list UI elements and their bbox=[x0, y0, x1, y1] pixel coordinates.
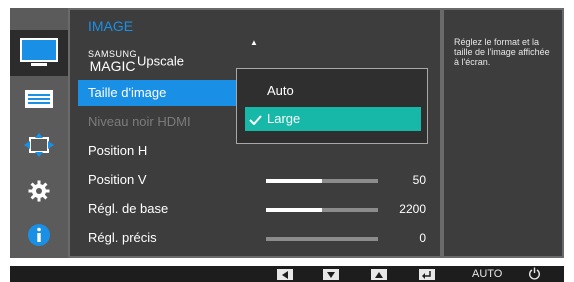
control-bar: AUTO bbox=[10, 266, 564, 282]
menu-item-label: Position H bbox=[88, 143, 148, 158]
magic-logo: SAMSUNG MAGIC bbox=[88, 49, 138, 75]
menu-item-label: Position V bbox=[88, 172, 147, 187]
icon-sidebar bbox=[10, 8, 68, 258]
menu-item-label: Taille d'image bbox=[88, 85, 167, 100]
slider-value: 50 bbox=[412, 173, 426, 187]
scroll-up-icon[interactable]: ▲ bbox=[250, 38, 258, 47]
menu-item-label: Régl. de base bbox=[88, 201, 169, 216]
auto-button[interactable]: AUTO bbox=[472, 268, 502, 280]
down-button[interactable] bbox=[323, 269, 339, 280]
menu-item-position-v[interactable]: Position V bbox=[78, 167, 236, 193]
gear-icon bbox=[28, 180, 50, 202]
sidebar-item-information[interactable] bbox=[10, 212, 68, 258]
up-button[interactable] bbox=[371, 269, 387, 280]
position-icon bbox=[24, 133, 54, 157]
slider-track bbox=[266, 179, 378, 183]
info-icon bbox=[28, 224, 50, 246]
onscreen-display-icon bbox=[25, 90, 53, 108]
coarse-slider[interactable]: 2200 bbox=[266, 196, 426, 222]
fine-slider[interactable]: 0 bbox=[266, 225, 426, 251]
menu-item-fine[interactable]: Régl. précis bbox=[78, 225, 236, 251]
enter-icon bbox=[422, 270, 431, 279]
menu-item-image-size[interactable]: Taille d'image bbox=[78, 80, 236, 106]
menu-item-magic-upscale[interactable]: SAMSUNG MAGIC Upscale bbox=[78, 48, 236, 74]
option-label: Large bbox=[267, 111, 301, 126]
arrow-up-icon bbox=[375, 271, 383, 278]
arrow-left-icon bbox=[282, 270, 288, 279]
image-size-dropdown: Auto Large bbox=[236, 68, 428, 144]
dropdown-option-large[interactable]: Large bbox=[245, 107, 421, 131]
menu-item-label: Régl. précis bbox=[88, 230, 157, 245]
menu-item-hdmi-black-level: Niveau noir HDMI bbox=[78, 109, 236, 135]
menu-item-coarse[interactable]: Régl. de base bbox=[78, 196, 236, 222]
enter-button[interactable] bbox=[419, 269, 435, 280]
slider-track bbox=[266, 208, 378, 212]
checkmark-icon bbox=[245, 107, 267, 131]
slider-fill bbox=[266, 179, 322, 183]
menu-item-position-h[interactable]: Position H bbox=[78, 138, 236, 164]
slider-fill bbox=[266, 208, 322, 212]
position-v-slider[interactable]: 50 bbox=[266, 167, 426, 193]
dropdown-option-auto[interactable]: Auto bbox=[245, 79, 421, 103]
arrow-down-icon bbox=[327, 271, 335, 278]
left-button[interactable] bbox=[277, 269, 293, 280]
sidebar-item-picture[interactable] bbox=[10, 30, 68, 76]
menu-item-label: Niveau noir HDMI bbox=[88, 114, 191, 129]
help-panel: Réglez le format et la taille de l'image… bbox=[442, 8, 564, 258]
slider-track bbox=[266, 237, 378, 241]
help-text: Réglez le format et la taille de l'image… bbox=[454, 37, 550, 67]
sidebar-item-position[interactable] bbox=[10, 122, 68, 168]
option-label: Auto bbox=[267, 83, 294, 98]
slider-value: 2200 bbox=[399, 202, 426, 216]
slider-value: 0 bbox=[419, 231, 426, 245]
sidebar-item-settings[interactable] bbox=[10, 168, 68, 214]
sidebar-item-onscreen-display[interactable] bbox=[10, 76, 68, 122]
menu-title: IMAGE bbox=[88, 18, 134, 34]
menu-item-label: Upscale bbox=[137, 53, 184, 69]
power-icon[interactable] bbox=[528, 267, 541, 280]
picture-icon bbox=[20, 38, 58, 66]
